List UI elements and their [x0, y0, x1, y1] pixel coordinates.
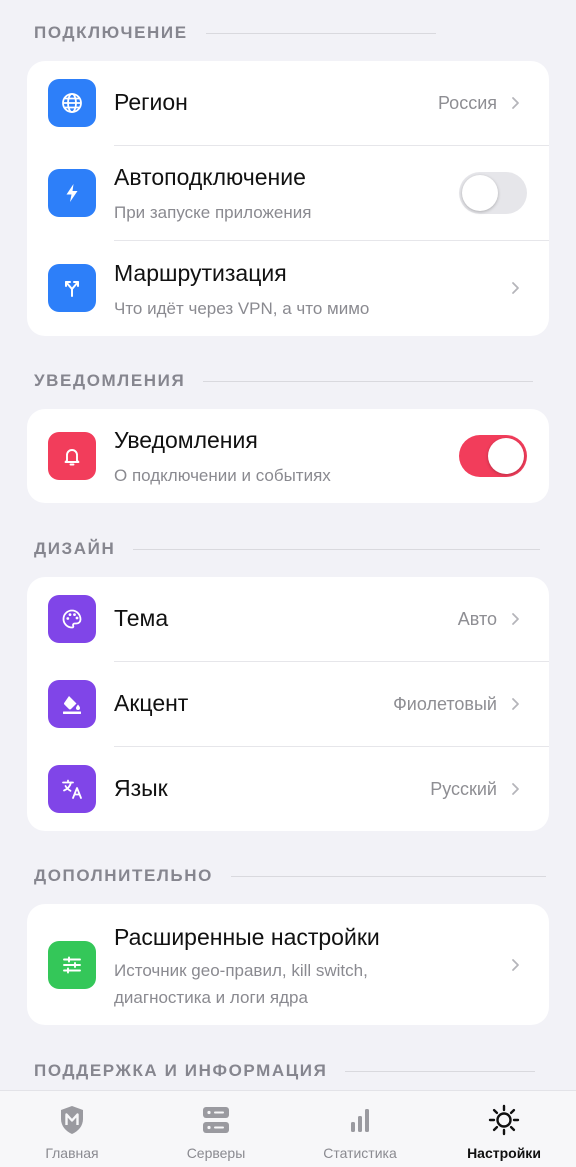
- accent-value: Фиолетовый: [393, 694, 497, 714]
- palette-icon: [48, 595, 96, 643]
- design-card: Тема Авто Акцент Фиолетовый Язык Русский: [27, 577, 549, 831]
- autoconnect-subtitle: При запуске приложения: [114, 203, 312, 222]
- section-divider: [203, 380, 534, 382]
- theme-row[interactable]: Тема Авто: [27, 577, 549, 662]
- notifications-card: Уведомления О подключении и событиях: [27, 409, 549, 503]
- servers-icon: [203, 1107, 229, 1133]
- section-title: ДИЗАЙН: [34, 539, 116, 558]
- theme-title: Тема: [114, 605, 169, 631]
- globe-icon: [48, 79, 96, 127]
- section-divider: [133, 548, 541, 550]
- section-title: ДОПОЛНИТЕЛЬНО: [34, 866, 213, 885]
- section-divider: [345, 1070, 536, 1072]
- theme-value: Авто: [457, 609, 497, 629]
- region-row[interactable]: Регион Россия: [27, 61, 549, 146]
- chevron-right-icon: [512, 97, 519, 109]
- tab-servers[interactable]: Серверы: [144, 1091, 288, 1167]
- section-header-notifications: УВЕДОМЛЕНИЯ: [34, 369, 534, 393]
- tab-label: Серверы: [186, 1145, 246, 1161]
- chevron-right-icon: [512, 613, 519, 625]
- notifications-row: Уведомления О подключении и событиях: [27, 409, 549, 503]
- chevron-right-icon: [512, 783, 519, 795]
- routing-title: Маршрутизация: [114, 260, 287, 286]
- tab-settings[interactable]: Настройки: [432, 1091, 576, 1167]
- shield-logo-icon: [61, 1106, 83, 1134]
- autoconnect-toggle[interactable]: [459, 172, 527, 214]
- toggle-knob: [462, 175, 498, 211]
- chevron-right-icon: [512, 959, 519, 971]
- routing-row[interactable]: Маршрутизация Что идёт через VPN, а что …: [27, 241, 549, 336]
- bar-chart-icon: [351, 1109, 369, 1132]
- section-divider: [230, 875, 546, 877]
- region-title: Регион: [114, 89, 188, 115]
- language-row[interactable]: Язык Русский: [27, 747, 549, 831]
- sliders-icon: [48, 941, 96, 989]
- advanced-settings-row[interactable]: Расширенные настройки Источник geo-прави…: [27, 904, 549, 1025]
- split-arrows-icon: [48, 264, 96, 312]
- tab-statistics[interactable]: Статистика: [288, 1091, 432, 1167]
- notifications-subtitle: О подключении и событиях: [114, 466, 331, 485]
- region-value: Россия: [437, 93, 497, 113]
- notifications-toggle[interactable]: [459, 435, 527, 477]
- section-header-connection: ПОДКЛЮЧЕНИЕ: [34, 21, 436, 45]
- chevron-right-icon: [512, 698, 519, 710]
- section-title: ПОДДЕРЖКА И ИНФОРМАЦИЯ: [34, 1061, 328, 1080]
- autoconnect-title: Автоподключение: [114, 164, 306, 190]
- advanced-card: Расширенные настройки Источник geo-прави…: [27, 904, 549, 1025]
- paint-bucket-icon: [48, 680, 96, 728]
- toggle-knob: [488, 438, 524, 474]
- advanced-settings-title: Расширенные настройки: [114, 924, 380, 950]
- section-header-support: ПОДДЕРЖКА И ИНФОРМАЦИЯ: [34, 1059, 536, 1083]
- routing-subtitle: Что идёт через VPN, а что мимо: [114, 299, 370, 318]
- tab-label: Главная: [45, 1145, 99, 1161]
- tab-label: Статистика: [323, 1145, 397, 1161]
- gear-icon: [488, 1104, 520, 1136]
- language-title: Язык: [114, 775, 168, 801]
- advanced-settings-subtitle-line2: диагностика и логи ядра: [114, 988, 308, 1007]
- section-divider: [205, 32, 436, 34]
- notifications-title: Уведомления: [114, 427, 258, 453]
- settings-screen: ПОДКЛЮЧЕНИЕ Регион Россия Автоподключени…: [0, 0, 576, 1167]
- chevron-right-icon: [512, 282, 519, 294]
- lightning-icon: [48, 169, 96, 217]
- language-value: Русский: [430, 779, 497, 799]
- section-header-advanced: ДОПОЛНИТЕЛЬНО: [34, 864, 546, 888]
- advanced-settings-subtitle-line1: Источник geo-правил, kill switch,: [114, 961, 368, 980]
- accent-row[interactable]: Акцент Фиолетовый: [27, 662, 549, 747]
- translate-icon: [48, 765, 96, 813]
- section-header-design: ДИЗАЙН: [34, 537, 541, 561]
- bell-icon: [48, 432, 96, 480]
- bottom-tab-bar: Главная Серверы Статистика Настройки: [0, 1090, 576, 1167]
- section-title: ПОДКЛЮЧЕНИЕ: [34, 23, 188, 42]
- tab-home[interactable]: Главная: [0, 1091, 144, 1167]
- accent-title: Акцент: [114, 690, 189, 716]
- tab-label: Настройки: [467, 1145, 541, 1161]
- autoconnect-row: Автоподключение При запуске приложения: [27, 146, 549, 241]
- section-title: УВЕДОМЛЕНИЯ: [34, 371, 186, 390]
- connection-card: Регион Россия Автоподключение При запуск…: [27, 61, 549, 336]
